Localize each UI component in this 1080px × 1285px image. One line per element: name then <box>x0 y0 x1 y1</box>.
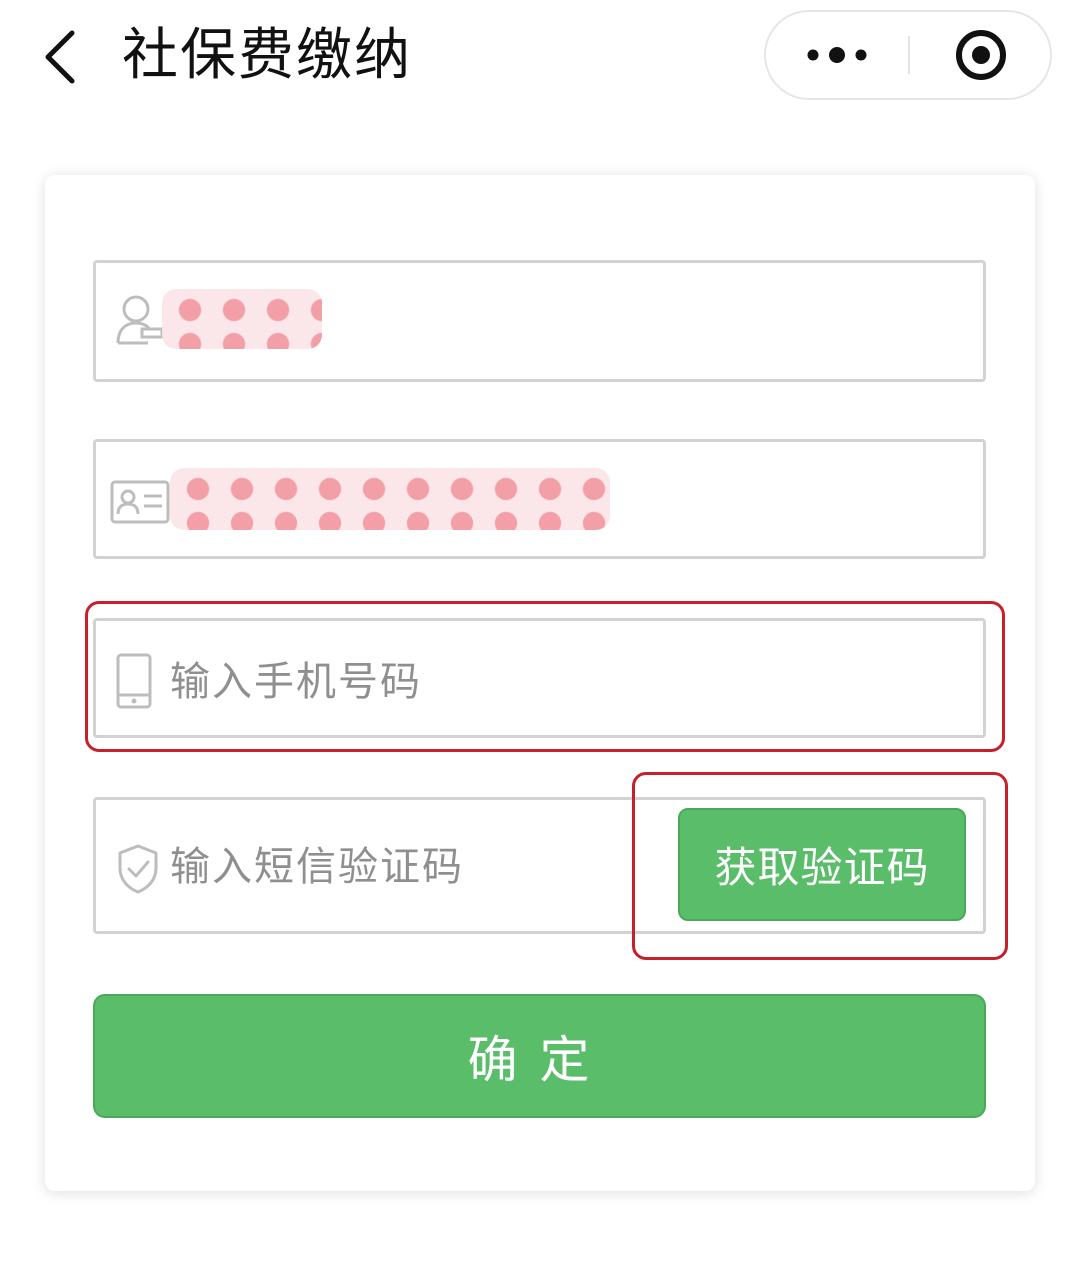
target-close-icon <box>956 30 1006 80</box>
sms-code-placeholder: 输入短信验证码 <box>170 844 464 890</box>
user-icon <box>116 295 164 345</box>
chevron-left-icon <box>45 30 75 84</box>
phone-field[interactable]: 输入手机号码 <box>93 618 986 738</box>
confirm-button[interactable]: 确定 <box>93 994 986 1118</box>
redacted-id-value <box>170 468 610 530</box>
id-card-icon <box>110 480 170 524</box>
page-title: 社保费缴纳 <box>122 23 412 88</box>
name-field[interactable] <box>93 260 986 382</box>
mini-program-capsule <box>764 10 1052 100</box>
shield-check-icon <box>118 844 158 894</box>
back-button[interactable] <box>30 22 90 92</box>
get-sms-code-button[interactable]: 获取验证码 <box>678 808 966 921</box>
top-nav-bar: 社保费缴纳 <box>0 0 1080 120</box>
more-button[interactable] <box>766 12 908 98</box>
redacted-name-value <box>162 289 322 349</box>
phone-placeholder: 输入手机号码 <box>170 659 422 705</box>
more-dots-icon <box>807 47 867 63</box>
close-button[interactable] <box>910 12 1052 98</box>
form-card: 输入手机号码 输入短信验证码 获取验证码 确定 <box>45 175 1035 1191</box>
id-card-field[interactable] <box>93 439 986 559</box>
phone-icon <box>116 653 152 709</box>
